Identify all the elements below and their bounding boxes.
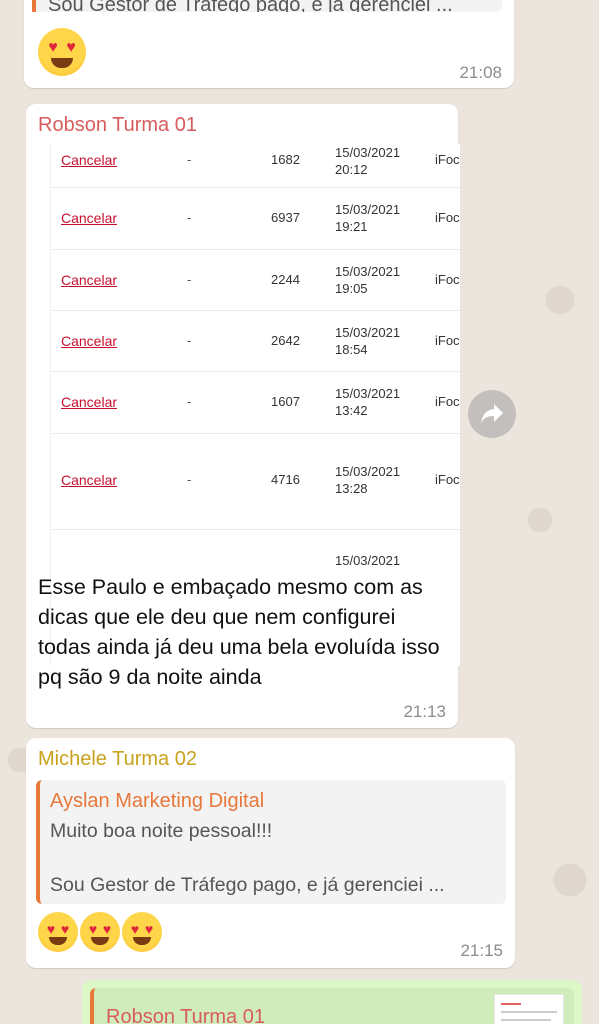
row-dash: - [187,272,192,287]
heart-eyes-emoji: ♥ ♥ [122,912,162,952]
quoted-sender-name: Ayslan Marketing Digital [50,790,265,812]
sender-name[interactable]: Michele Turma 02 [38,748,197,771]
quoted-image-thumbnail [494,994,564,1024]
row-dash: - [187,472,192,487]
quoted-text: Sou Gestor de Tráfego pago, e já gerenci… [48,0,453,12]
row-store: iFoc [435,152,460,167]
cancel-link: Cancelar [61,472,118,488]
row-dash: - [187,333,192,348]
message-bubble-outgoing[interactable]: Robson Turma 01 [82,980,582,1024]
cancel-link: Cancelar [61,272,118,288]
row-number: 4716 [271,472,300,487]
row-store: iFoc [435,210,460,225]
row-datetime: 15/03/2021 13:28 [335,464,401,496]
message-bubble-top[interactable]: Sou Gestor de Tráfego pago, e já gerenci… [24,0,514,88]
table-row: Cancelar - 2642 15/03/2021 18:54 iFoc [51,311,460,372]
row-datetime: 15/03/2021 19:21 [335,202,401,234]
row-datetime: 15/03/2021 20:12 [335,145,401,177]
row-datetime: 15/03/2021 19:05 [335,264,401,296]
message-time: 21:08 [459,63,502,82]
quoted-text-line: Muito boa noite pessoal!!! [50,820,273,842]
row-store: iFoc [435,472,460,487]
table-row: Cancelar - 4716 15/03/2021 13:28 iFoc [51,434,460,530]
quoted-message[interactable]: Ayslan Marketing Digital Muito boa noite… [36,780,506,904]
table-row: Cancelar - 2244 15/03/2021 19:05 iFoc [51,250,460,311]
quoted-message-clipped[interactable]: Sou Gestor de Tráfego pago, e já gerenci… [32,0,502,12]
heart-eyes-emoji: ♥ ♥ [38,912,78,952]
message-bubble-reply[interactable]: Michele Turma 02 Ayslan Marketing Digita… [26,738,515,968]
row-number: 6937 [271,210,300,225]
message-text: Esse Paulo e embaçado mesmo com as dicas… [38,575,440,689]
table-row: Cancelar - 1682 15/03/2021 20:12 iFoc [51,144,460,188]
cancel-link: Cancelar [61,210,118,226]
quoted-sender-name: Robson Turma 01 [106,1006,265,1024]
row-dash: - [187,152,192,167]
forward-arrow-icon [481,404,503,424]
table-row: Cancelar - 6937 15/03/2021 19:21 iFoc [51,188,460,250]
quoted-text-line: Sou Gestor de Tráfego pago, e já gerenci… [50,874,445,896]
quoted-message[interactable]: Robson Turma 01 [90,988,574,1024]
row-store: iFoc [435,333,460,348]
row-store: iFoc [435,394,460,409]
heart-eyes-emoji: ♥ ♥ [80,912,120,952]
forward-button[interactable] [468,390,516,438]
sender-name[interactable]: Robson Turma 01 [38,114,197,137]
cancel-link: Cancelar [61,152,118,168]
row-dash: - [187,210,192,225]
cancel-link: Cancelar [61,333,118,349]
row-number: 1682 [271,152,300,167]
message-time: 21:13 [403,702,446,721]
table-row: Cancelar - 1607 15/03/2021 13:42 iFoc [51,372,460,434]
row-datetime: 15/03/2021 18:54 [335,325,401,357]
row-store: iFoc [435,272,460,287]
emoji-row: ♥ ♥ ♥ ♥ ♥ ♥ [38,912,164,957]
table-row-partial: 15/03/2021 [51,530,460,570]
message-bubble-image[interactable]: Robson Turma 01 Cancelar - 1682 15/03/20… [26,104,460,728]
row-number: 2642 [271,333,300,348]
row-dash: - [187,394,192,409]
row-number: 2244 [271,272,300,287]
heart-eyes-emoji: ♥ ♥ [38,28,86,76]
row-date: 15/03/2021 [335,553,401,568]
row-number: 1607 [271,394,300,409]
message-time: 21:15 [460,941,503,960]
row-datetime: 15/03/2021 13:42 [335,386,401,418]
cancel-link: Cancelar [61,394,118,410]
